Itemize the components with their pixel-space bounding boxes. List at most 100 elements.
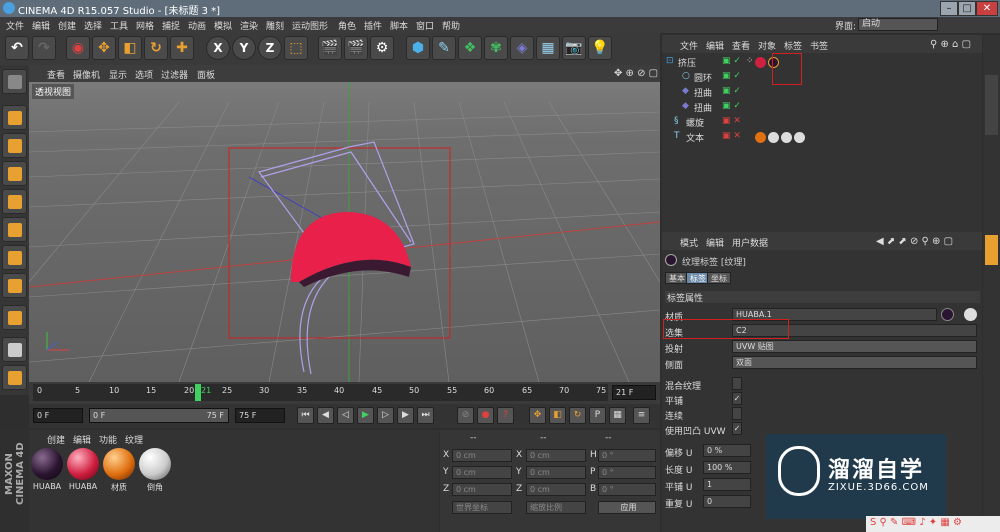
vp-menu-view[interactable]: 查看 [47, 68, 65, 81]
render-picture-viewer-icon[interactable]: 🎬 [344, 36, 368, 60]
tray-icons[interactable]: S ⚲ ✎ ⌨ ♪ ✦ ▦ ⚙ [870, 517, 962, 528]
rotate-icon[interactable]: ↻ [144, 36, 168, 60]
floor-icon[interactable]: ▦ [536, 36, 560, 60]
record-icon[interactable]: ● [477, 407, 494, 424]
material-preview-icon[interactable] [941, 308, 954, 321]
menu-tools[interactable]: 工具 [110, 19, 128, 32]
pos-y-field[interactable]: 0 cm [452, 466, 512, 479]
menu-animate[interactable]: 动画 [188, 19, 206, 32]
key-rotate-icon[interactable]: ↻ [569, 407, 586, 424]
visibility-icon[interactable]: ▣ ✕ [722, 131, 741, 141]
material-tag-icon[interactable] [781, 132, 792, 143]
size-y-field[interactable]: 0 cm [526, 466, 586, 479]
menu-sculpt[interactable]: 雕刻 [266, 19, 284, 32]
attr-nav-icons[interactable]: ◀ ⬈ ⬈ ⊘ ⚲ ⊕ ▢ [876, 236, 953, 247]
z-axis-icon[interactable]: Z [258, 36, 282, 60]
scale-icon[interactable]: ◧ [118, 36, 142, 60]
rot-h-field[interactable]: 0 ° [598, 449, 656, 462]
seamless-checkbox[interactable] [732, 407, 742, 420]
vp-nav-icons[interactable]: ✥ ⊕ ⊘ ▢ [614, 68, 658, 79]
obj-menu-objects[interactable]: 对象 [758, 39, 776, 52]
obj-menu-edit[interactable]: 编辑 [706, 39, 724, 52]
light-icon[interactable]: 💡 [588, 36, 612, 60]
perspective-viewport[interactable]: 透视视图 [29, 82, 660, 382]
points-mode-icon[interactable] [2, 189, 27, 214]
material-sphere[interactable] [67, 448, 99, 480]
timeline-cursor[interactable] [194, 384, 201, 401]
vp-menu-panel[interactable]: 面板 [197, 68, 215, 81]
menu-plugins[interactable]: 插件 [364, 19, 382, 32]
keyframe-icon[interactable]: ⊘ [457, 407, 474, 424]
goto-start-icon[interactable]: ⏮ [297, 407, 314, 424]
key-scale-icon[interactable]: ◧ [549, 407, 566, 424]
subdivision-icon[interactable]: ❖ [458, 36, 482, 60]
render-view-icon[interactable]: 🎬 [318, 36, 342, 60]
menu-select[interactable]: 选择 [84, 19, 102, 32]
magnet-icon[interactable] [2, 305, 27, 330]
mat-menu-function[interactable]: 功能 [99, 433, 117, 446]
timeline[interactable]: 0 5 10 15 20 21 25 30 35 40 45 50 55 60 … [29, 382, 660, 404]
frame-range-slider[interactable]: 0 F 75 F [89, 408, 229, 423]
key-pla-icon[interactable]: ▦ [609, 407, 626, 424]
side-tab[interactable] [985, 75, 998, 135]
close-button[interactable]: ✕ [976, 1, 998, 16]
auto-key-icon[interactable]: ? [497, 407, 514, 424]
y-axis-icon[interactable]: Y [232, 36, 256, 60]
apply-button[interactable]: 应用 [598, 501, 656, 514]
next-key-icon[interactable]: ▶ [397, 407, 414, 424]
add-icon[interactable]: ✚ [170, 36, 194, 60]
link-clear-icon[interactable] [964, 308, 977, 321]
menu-simulate[interactable]: 模拟 [214, 19, 232, 32]
obj-menu-tags[interactable]: 标签 [784, 39, 802, 52]
menu-window[interactable]: 窗口 [416, 19, 434, 32]
make-editable-icon[interactable] [2, 69, 27, 94]
x-axis-icon[interactable]: X [206, 36, 230, 60]
offset-u-field[interactable]: 0 % [703, 444, 751, 457]
end-frame-field[interactable]: 75 F [235, 408, 285, 423]
vp-menu-camera[interactable]: 摄像机 [73, 68, 100, 81]
coord-system-icon[interactable]: ⬚ [284, 36, 308, 60]
move-icon[interactable]: ✥ [92, 36, 116, 60]
rot-p-field[interactable]: 0 ° [598, 466, 656, 479]
menu-render[interactable]: 渲染 [240, 19, 258, 32]
menu-snap[interactable]: 捕捉 [162, 19, 180, 32]
edges-mode-icon[interactable] [2, 217, 27, 242]
key-param-icon[interactable]: P [589, 407, 606, 424]
coord-mode-select[interactable]: 世界坐标 [452, 501, 512, 514]
visibility-icon[interactable]: ▣ ✕ [722, 116, 741, 126]
object-row[interactable]: ○ 圆环 ▣ ✓ [662, 71, 982, 86]
minimize-button[interactable]: – [940, 1, 958, 16]
visibility-icon[interactable]: ▣ ✓ [722, 101, 741, 111]
vp-menu-filter[interactable]: 过滤器 [161, 68, 188, 81]
goto-end-icon[interactable]: ⏭ [417, 407, 434, 424]
deformer-icon[interactable]: ◈ [510, 36, 534, 60]
obj-menu-bookmarks[interactable]: 书签 [810, 39, 828, 52]
size-mode-select[interactable]: 缩放比例 [526, 501, 586, 514]
cube-icon[interactable]: ⬢ [406, 36, 430, 60]
visibility-icon[interactable]: ▣ ✓ [722, 56, 741, 66]
side-tab-active[interactable] [985, 235, 998, 265]
tab-coords[interactable]: 坐标 [707, 272, 731, 284]
key-move-icon[interactable]: ✥ [529, 407, 546, 424]
mat-menu-edit[interactable]: 编辑 [73, 433, 91, 446]
pos-z-field[interactable]: 0 cm [452, 483, 512, 496]
redo-icon[interactable]: ↷ [32, 36, 56, 60]
attr-menu-edit[interactable]: 编辑 [706, 236, 724, 249]
menu-mesh[interactable]: 网格 [136, 19, 154, 32]
tile-checkbox[interactable]: ✓ [732, 392, 742, 405]
blend-texture-checkbox[interactable] [732, 377, 742, 390]
prev-frame-icon[interactable]: ◁ [337, 407, 354, 424]
menu-create[interactable]: 创建 [58, 19, 76, 32]
projection-select[interactable]: UVW 贴图 [732, 340, 977, 353]
prev-key-icon[interactable]: ◀ [317, 407, 334, 424]
axis-mode-icon[interactable] [2, 273, 27, 298]
next-frame-icon[interactable]: ▷ [377, 407, 394, 424]
mat-menu-texture[interactable]: 纹理 [125, 433, 143, 446]
array-icon[interactable]: ✾ [484, 36, 508, 60]
object-row[interactable]: ◆ 扭曲 ▣ ✓ [662, 86, 982, 101]
size-z-field[interactable]: 0 cm [526, 483, 586, 496]
texture-mode-icon[interactable] [2, 133, 27, 158]
mat-menu-create[interactable]: 创建 [47, 433, 65, 446]
menu-script[interactable]: 脚本 [390, 19, 408, 32]
object-row[interactable]: ⊡ 挤压 ▣ ✓ ⁘ [662, 56, 982, 71]
